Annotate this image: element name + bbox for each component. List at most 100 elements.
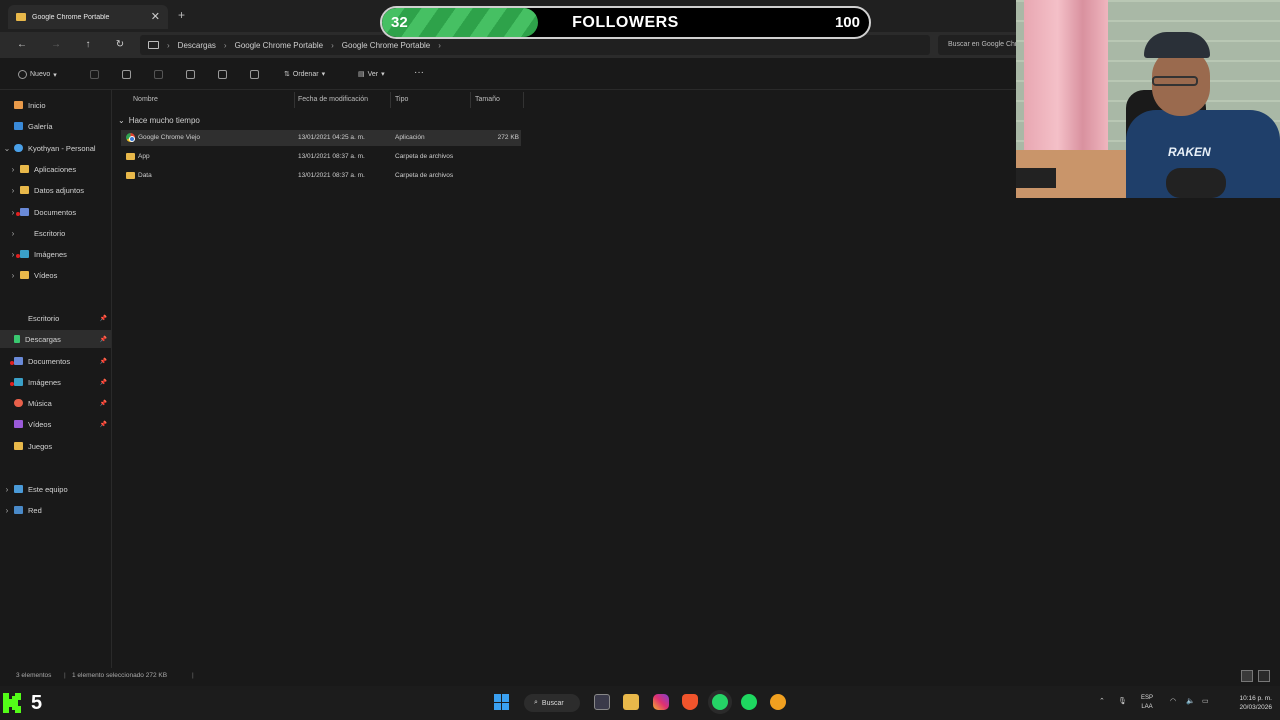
back-button[interactable]: ← <box>14 37 30 53</box>
battery-icon[interactable]: ▭ <box>1202 697 1209 705</box>
pin-icon[interactable]: 📌 <box>100 336 107 343</box>
copy-button[interactable] <box>122 70 131 79</box>
search-input[interactable]: Buscar en Google Chrome Portable <box>938 35 1028 55</box>
chevron-down-icon[interactable]: ⌄ <box>0 144 14 153</box>
sidebar-item-label: Este equipo <box>28 484 68 494</box>
chevron-right-icon[interactable]: › <box>0 485 14 494</box>
delete-button[interactable] <box>250 70 259 79</box>
sidebar-item-juegos[interactable]: Juegos <box>0 437 111 455</box>
brave-icon[interactable] <box>682 694 698 710</box>
sidebar-item-label: Datos adjuntos <box>34 185 85 195</box>
column-header-type[interactable]: Tipo <box>395 96 408 103</box>
taskbar-search[interactable]: ⌕ Buscar <box>524 694 580 712</box>
obs-icon[interactable] <box>770 694 786 710</box>
sidebar-item-escritorio-onedrive[interactable]: › Escritorio <box>0 224 111 242</box>
view-button[interactable]: ▤ Ver ▾ <box>358 70 385 79</box>
up-button[interactable]: ↑ <box>80 37 96 53</box>
sidebar-item-imagenes-onedrive[interactable]: › Imágenes <box>0 245 111 263</box>
paste-button[interactable] <box>154 70 163 79</box>
cut-button[interactable] <box>90 70 99 79</box>
pin-icon[interactable]: 📌 <box>100 421 107 428</box>
language-code: ESP <box>1141 695 1154 701</box>
file-date: 13/01/2021 08:37 a. m. <box>298 172 365 179</box>
sidebar-item-gallery[interactable]: Galería <box>0 117 111 135</box>
computer-icon <box>148 41 159 49</box>
webcam-person-hand <box>1166 168 1226 198</box>
close-tab-button[interactable]: ✕ <box>151 11 160 23</box>
instagram-icon[interactable] <box>653 694 669 710</box>
chevron-right-icon[interactable]: › <box>6 186 20 195</box>
sidebar-item-imagenes[interactable]: Imágenes 📌 <box>0 373 111 391</box>
language-indicator[interactable]: ESP LAA <box>1141 694 1153 712</box>
chevron-up-icon[interactable]: ⌃ <box>1099 697 1105 705</box>
breadcrumb-item-descargas[interactable]: Descargas <box>178 41 216 50</box>
refresh-button[interactable]: ↻ <box>112 37 128 53</box>
breadcrumb-item-chrome-portable[interactable]: Google Chrome Portable <box>235 41 324 50</box>
sort-label: Ordenar <box>292 70 319 78</box>
pin-icon[interactable]: 📌 <box>100 358 107 365</box>
details-view-button[interactable] <box>1241 670 1253 682</box>
forward-button[interactable]: → <box>48 37 64 53</box>
sidebar-item-home[interactable]: Inicio <box>0 96 111 114</box>
sidebar-item-documentos-onedrive[interactable]: › Documentos <box>0 203 111 221</box>
tiles-view-button[interactable] <box>1258 670 1270 682</box>
microphone-icon[interactable]: 🎙 <box>1118 697 1127 705</box>
tab-google-chrome-portable[interactable]: Google Chrome Portable ✕ <box>8 5 168 29</box>
column-divider[interactable] <box>470 92 471 108</box>
column-header-size[interactable]: Tamaño <box>475 96 500 103</box>
sort-button[interactable]: ⇅ Ordenar ▾ <box>284 70 325 79</box>
file-row-google-chrome-viejo[interactable]: Google Chrome Viejo 13/01/2021 04:25 a. … <box>121 130 521 146</box>
folder-icon <box>20 271 29 279</box>
sidebar-item-network[interactable]: › Red <box>0 501 111 519</box>
whatsapp-icon[interactable] <box>712 694 728 710</box>
new-tab-button[interactable]: + <box>178 8 185 22</box>
pin-icon[interactable]: 📌 <box>100 379 107 386</box>
file-explorer-icon[interactable] <box>623 694 639 710</box>
volume-icon[interactable]: 🔈 <box>1186 697 1195 705</box>
file-type: Aplicación <box>395 134 425 141</box>
folder-row-app[interactable]: App 13/01/2021 08:37 a. m. Carpeta de ar… <box>121 149 521 165</box>
column-divider[interactable] <box>523 92 524 108</box>
sidebar-item-aplicaciones[interactable]: › Aplicaciones <box>0 160 111 178</box>
group-header[interactable]: ⌄ Hace mucho tiempo <box>118 116 200 125</box>
column-header-date[interactable]: Fecha de modificación <box>298 96 368 103</box>
chevron-right-icon[interactable]: › <box>6 165 20 174</box>
followers-label: FOLLOWERS <box>572 14 679 31</box>
sidebar-item-onedrive[interactable]: ⌄ Kyothyan - Personal <box>0 139 111 157</box>
chevron-right-icon[interactable]: › <box>6 271 20 280</box>
folder-row-data[interactable]: Data 13/01/2021 08:37 a. m. Carpeta de a… <box>121 168 521 184</box>
windows-start-icon[interactable] <box>494 694 510 710</box>
pin-icon[interactable]: 📌 <box>100 400 107 407</box>
column-divider[interactable] <box>294 92 295 108</box>
sidebar-item-this-pc[interactable]: › Este equipo <box>0 480 111 498</box>
column-divider[interactable] <box>390 92 391 108</box>
sidebar-item-descargas[interactable]: Descargas 📌 <box>0 330 111 348</box>
pin-icon[interactable]: 📌 <box>100 315 107 322</box>
system-clock[interactable]: 10:16 p. m. 20/03/2026 <box>1239 694 1272 712</box>
file-date: 13/01/2021 08:37 a. m. <box>298 153 365 160</box>
column-header-name[interactable]: Nombre <box>133 96 158 103</box>
folder-icon <box>16 13 26 21</box>
sidebar-item-videos-onedrive[interactable]: › Vídeos <box>0 266 111 284</box>
document-icon <box>16 208 29 216</box>
share-button[interactable] <box>218 70 227 79</box>
chevron-right-icon[interactable]: › <box>0 506 14 515</box>
sidebar-item-datos-adjuntos[interactable]: › Datos adjuntos <box>0 181 111 199</box>
breadcrumb-item-chrome-portable-2[interactable]: Google Chrome Portable <box>342 41 431 50</box>
sidebar-item-label: Documentos <box>34 207 77 217</box>
sidebar-item-videos[interactable]: Vídeos 📌 <box>0 415 111 433</box>
wifi-icon[interactable]: ◠ <box>1170 697 1176 705</box>
sidebar-item-musica[interactable]: Música 📌 <box>0 394 111 412</box>
spotify-icon[interactable] <box>741 694 757 710</box>
file-date: 13/01/2021 04:25 a. m. <box>298 134 365 141</box>
video-icon <box>14 420 23 428</box>
sidebar-item-escritorio[interactable]: Escritorio 📌 <box>0 309 111 327</box>
sidebar-item-documentos[interactable]: Documentos 📌 <box>0 352 111 370</box>
new-button[interactable]: Nuevo ▾ <box>18 70 57 79</box>
task-view-icon[interactable] <box>594 694 610 710</box>
chevron-right-icon[interactable]: › <box>6 229 20 238</box>
more-options-button[interactable]: ··· <box>414 67 424 78</box>
download-icon <box>14 335 20 343</box>
rename-button[interactable] <box>186 70 195 79</box>
followers-goal: 100 <box>834 14 860 31</box>
